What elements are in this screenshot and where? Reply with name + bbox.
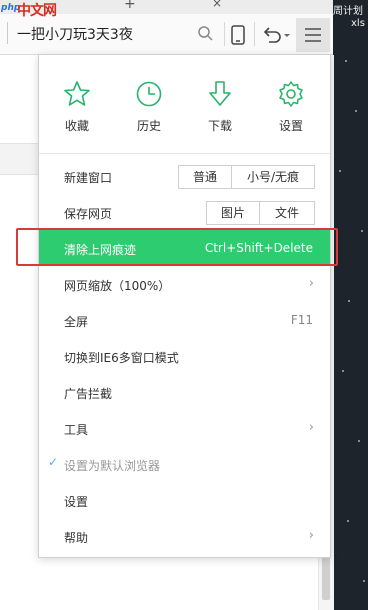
menu-item-save-page[interactable]: 保存网页 图片 文件 [39,194,330,230]
downloads-label: 下载 [207,119,232,133]
save-as-image-button[interactable]: 图片 [207,202,259,224]
quick-history[interactable]: 历史 [119,79,179,134]
new-tab-button[interactable]: + [124,0,136,12]
favorites-label: 收藏 [64,119,89,133]
fullscreen-label: 全屏 [64,315,89,329]
menu-item-tools[interactable]: 工具 › [39,410,330,446]
mobile-icon[interactable] [225,22,251,48]
new-window-options: 普通 小号/无痕 [178,165,315,189]
menu-item-ie6-mode[interactable]: 切换到IE6多窗口模式 [39,338,330,374]
save-page-label: 保存网页 [64,207,113,221]
ad-block-label: 广告拦截 [64,387,113,401]
new-window-normal-button[interactable]: 普通 [179,166,231,188]
desktop-background: 周计划 xls [333,0,368,610]
undo-close-icon[interactable] [258,22,292,48]
new-window-label: 新建窗口 [64,171,113,185]
menu-item-fullscreen[interactable]: 全屏 F11 [39,302,330,338]
download-icon [205,79,235,109]
settings-label: 设置 [278,119,303,133]
main-menu-dropdown: 收藏 历史 下载 设置 新建窗口 普通 小号/无痕 保存网页 图片 文件 清除上… [38,54,331,558]
history-label: 历史 [136,119,161,133]
gear-icon [276,79,306,109]
menu-item-new-window[interactable]: 新建窗口 普通 小号/无痕 [39,158,330,194]
star-icon [62,79,92,109]
tools-label: 工具 [64,423,89,437]
main-menu-button[interactable] [296,18,330,52]
menu-item-set-default: ✓ 设置为默认浏览器 [39,446,330,482]
checkmark-icon: ✓ [48,455,59,469]
address-bar[interactable]: 一把小刀玩3天3夜 [17,24,133,44]
quick-downloads[interactable]: 下载 [190,79,250,134]
zoom-label: 网页缩放（100%） [64,279,171,293]
menu-item-zoom[interactable]: 网页缩放（100%） › [39,266,330,302]
fullscreen-shortcut: F11 [290,313,313,327]
desktop-file-ext: xls [351,18,365,29]
ie6-mode-label: 切换到IE6多窗口模式 [64,351,179,365]
chevron-right-icon: › [308,528,314,543]
quick-settings[interactable]: 设置 [261,79,321,134]
new-window-incognito-button[interactable]: 小号/无痕 [231,166,314,188]
menu-item-settings[interactable]: 设置 [39,482,330,518]
address-divider [7,22,8,44]
search-icon[interactable] [196,24,216,44]
quick-favorites[interactable]: 收藏 [47,79,107,134]
menu-item-help[interactable]: 帮助 › [39,518,330,554]
watermark-logo: php 中文网 [0,0,60,20]
tab-close-icon[interactable]: × [212,0,222,10]
set-default-label: 设置为默认浏览器 [64,459,161,473]
save-page-options: 图片 文件 [206,201,315,225]
chevron-right-icon: › [308,420,314,435]
menu-item-ad-block[interactable]: 广告拦截 [39,374,330,410]
help-label: 帮助 [64,531,89,545]
desktop-file-label: 周计划 [333,6,363,17]
chevron-right-icon: › [308,276,314,291]
menu-divider [39,153,330,154]
save-as-file-button[interactable]: 文件 [259,202,314,224]
watermark-name: 中文网 [17,3,57,19]
clock-icon [134,79,164,109]
settings-item-label: 设置 [64,495,89,509]
toolbar-separator [254,22,255,46]
browser-toolbar: 一把小刀玩3天3夜 [0,14,333,55]
highlight-annotation-box [16,228,338,266]
